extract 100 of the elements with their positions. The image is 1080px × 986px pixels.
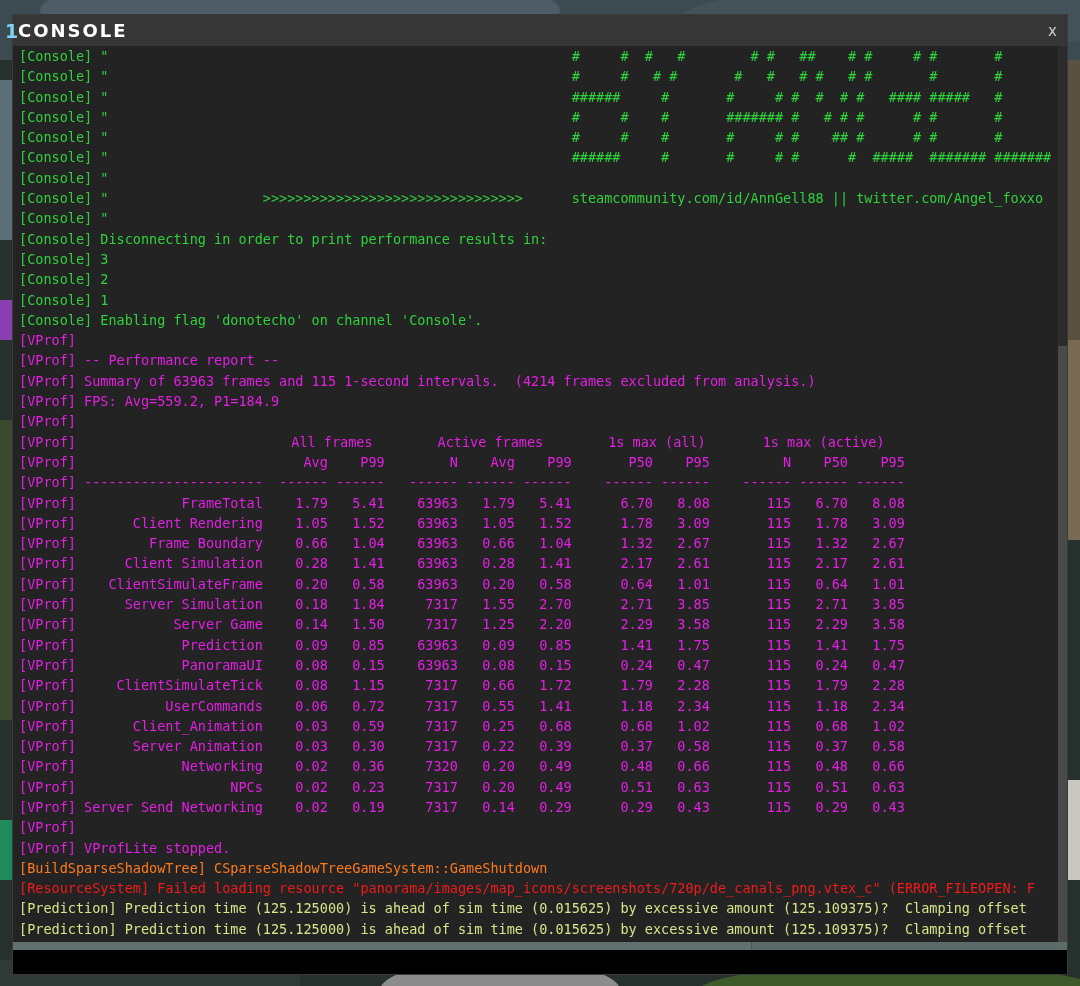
- table-cell: 0.37: [815, 738, 848, 755]
- table-cell: 6.70: [815, 494, 848, 511]
- log-message: " >>>>>>>>>>>>>>>>>>>>>>>>>>>>>>>> steamcommunity.com/id/AnnGell88 || twitter.com/Angel_foxxo: [100, 190, 1044, 207]
- table-cell: 0.08: [295, 677, 328, 694]
- table-cell: 7317: [425, 616, 458, 633]
- table-cell: 5.41: [352, 494, 385, 511]
- table-cell: 115: [766, 596, 792, 612]
- column-header: P50: [628, 453, 653, 470]
- table-cell: 0.85: [352, 636, 385, 653]
- log-tag: [VProf]: [19, 352, 76, 369]
- table-cell: 2.71: [620, 596, 653, 612]
- log-tag: [VProf]: [19, 453, 76, 470]
- table-cell: 2.34: [677, 697, 710, 714]
- table-cell: 1.41: [815, 636, 848, 653]
- column-header: N: [782, 453, 792, 470]
- table-cell: 3.85: [677, 596, 710, 612]
- table-cell: 2.17: [815, 555, 848, 572]
- table-cell: 1.79: [295, 494, 328, 511]
- column-header: P50: [823, 453, 848, 470]
- row-label: UserCommands: [165, 697, 263, 714]
- dashed-rule: ------: [604, 474, 653, 491]
- row-label: PanoramaUI: [181, 656, 263, 673]
- table-cell: 115: [766, 636, 792, 653]
- column-header: Avg: [490, 453, 515, 470]
- log-tag: [ResourceSystem]: [19, 880, 150, 897]
- table-cell: 0.63: [872, 778, 905, 795]
- command-input[interactable]: [13, 950, 1067, 974]
- dashed-rule: ------: [799, 474, 848, 491]
- table-cell: 115: [766, 758, 792, 775]
- table-cell: 2.29: [620, 616, 653, 633]
- table-cell: 0.20: [295, 575, 328, 592]
- table-cell: 7317: [425, 717, 458, 734]
- table-cell: 7317: [425, 677, 458, 694]
- table-cell: 0.06: [295, 697, 328, 714]
- log-message: ": [100, 210, 109, 227]
- close-button[interactable]: x: [1046, 21, 1059, 40]
- table-cell: 1.32: [620, 535, 653, 552]
- table-cell: 0.64: [620, 575, 653, 592]
- tab-number[interactable]: 1: [5, 20, 19, 42]
- log-tag: [VProf]: [19, 758, 76, 775]
- table-cell: 7317: [425, 697, 458, 714]
- table-cell: 0.49: [539, 778, 572, 795]
- log-tag: [Console]: [19, 68, 93, 85]
- row-label: ClientSimulateFrame: [108, 575, 263, 592]
- table-cell: 0.85: [539, 636, 572, 653]
- table-cell: 115: [766, 677, 792, 694]
- table-cell: 7317: [425, 799, 458, 815]
- table-cell: 0.28: [295, 555, 328, 572]
- table-cell: 63963: [417, 555, 458, 572]
- log-message: -- Performance report --: [84, 352, 280, 369]
- table-cell: 3.09: [677, 514, 710, 531]
- log-tag: [VProf]: [19, 799, 76, 815]
- table-cell: 0.29: [815, 799, 848, 815]
- row-label: FrameTotal: [181, 494, 263, 511]
- column-header: Avg: [303, 453, 328, 470]
- log-tag: [VProf]: [19, 778, 76, 795]
- table-cell: 1.79: [482, 494, 515, 511]
- row-label: Prediction: [181, 636, 263, 653]
- table-cell: 7317: [425, 778, 458, 795]
- log-tag: [VProf]: [19, 819, 76, 836]
- log-tag: [VProf]: [19, 575, 76, 592]
- table-cell: 1.18: [620, 697, 653, 714]
- row-label: Server Send Networking: [84, 799, 263, 815]
- table-cell: 8.08: [677, 494, 710, 511]
- table-cell: 0.36: [352, 758, 385, 775]
- table-cell: 1.25: [482, 616, 515, 633]
- table-cell: 1.41: [352, 555, 385, 572]
- log-tag: [VProf]: [19, 494, 76, 511]
- table-cell: 1.78: [620, 514, 653, 531]
- log-message: " ###### # # # # # ##### ####### #######: [100, 149, 1052, 166]
- row-label: Frame Boundary: [149, 535, 263, 552]
- log-tag: [BuildSparseShadowTree]: [19, 859, 206, 876]
- table-cell: 1.05: [295, 514, 328, 531]
- log-tag: [Prediction]: [19, 920, 117, 937]
- table-cell: 1.52: [539, 514, 572, 531]
- table-cell: 0.09: [295, 636, 328, 653]
- dashed-rule: ------: [522, 474, 572, 491]
- table-cell: 0.48: [620, 758, 653, 775]
- row-label: Server Animation: [132, 738, 263, 755]
- table-cell: 0.66: [872, 758, 905, 775]
- table-cell: 0.15: [539, 656, 572, 673]
- table-cell: 0.08: [482, 656, 515, 673]
- table-cell: 8.08: [872, 494, 905, 511]
- table-cell: 5.41: [539, 494, 572, 511]
- column-group-header: All frames: [291, 433, 373, 450]
- log-tag: [VProf]: [19, 738, 76, 755]
- row-label: Networking: [181, 758, 263, 775]
- table-cell: 0.58: [872, 738, 905, 755]
- dashed-rule: ------: [856, 474, 905, 491]
- table-cell: 0.47: [677, 656, 710, 673]
- table-cell: 2.28: [677, 677, 710, 694]
- scrollbar-thumb[interactable]: [1058, 346, 1067, 942]
- log-tag: [Console]: [19, 129, 93, 146]
- table-cell: 115: [766, 616, 792, 633]
- vertical-scrollbar[interactable]: [1058, 46, 1067, 942]
- table-cell: 1.55: [482, 596, 515, 612]
- table-cell: 1.79: [620, 677, 653, 694]
- table-cell: 1.41: [539, 555, 572, 572]
- log-tag: [VProf]: [19, 514, 76, 531]
- log-message: ": [100, 169, 109, 186]
